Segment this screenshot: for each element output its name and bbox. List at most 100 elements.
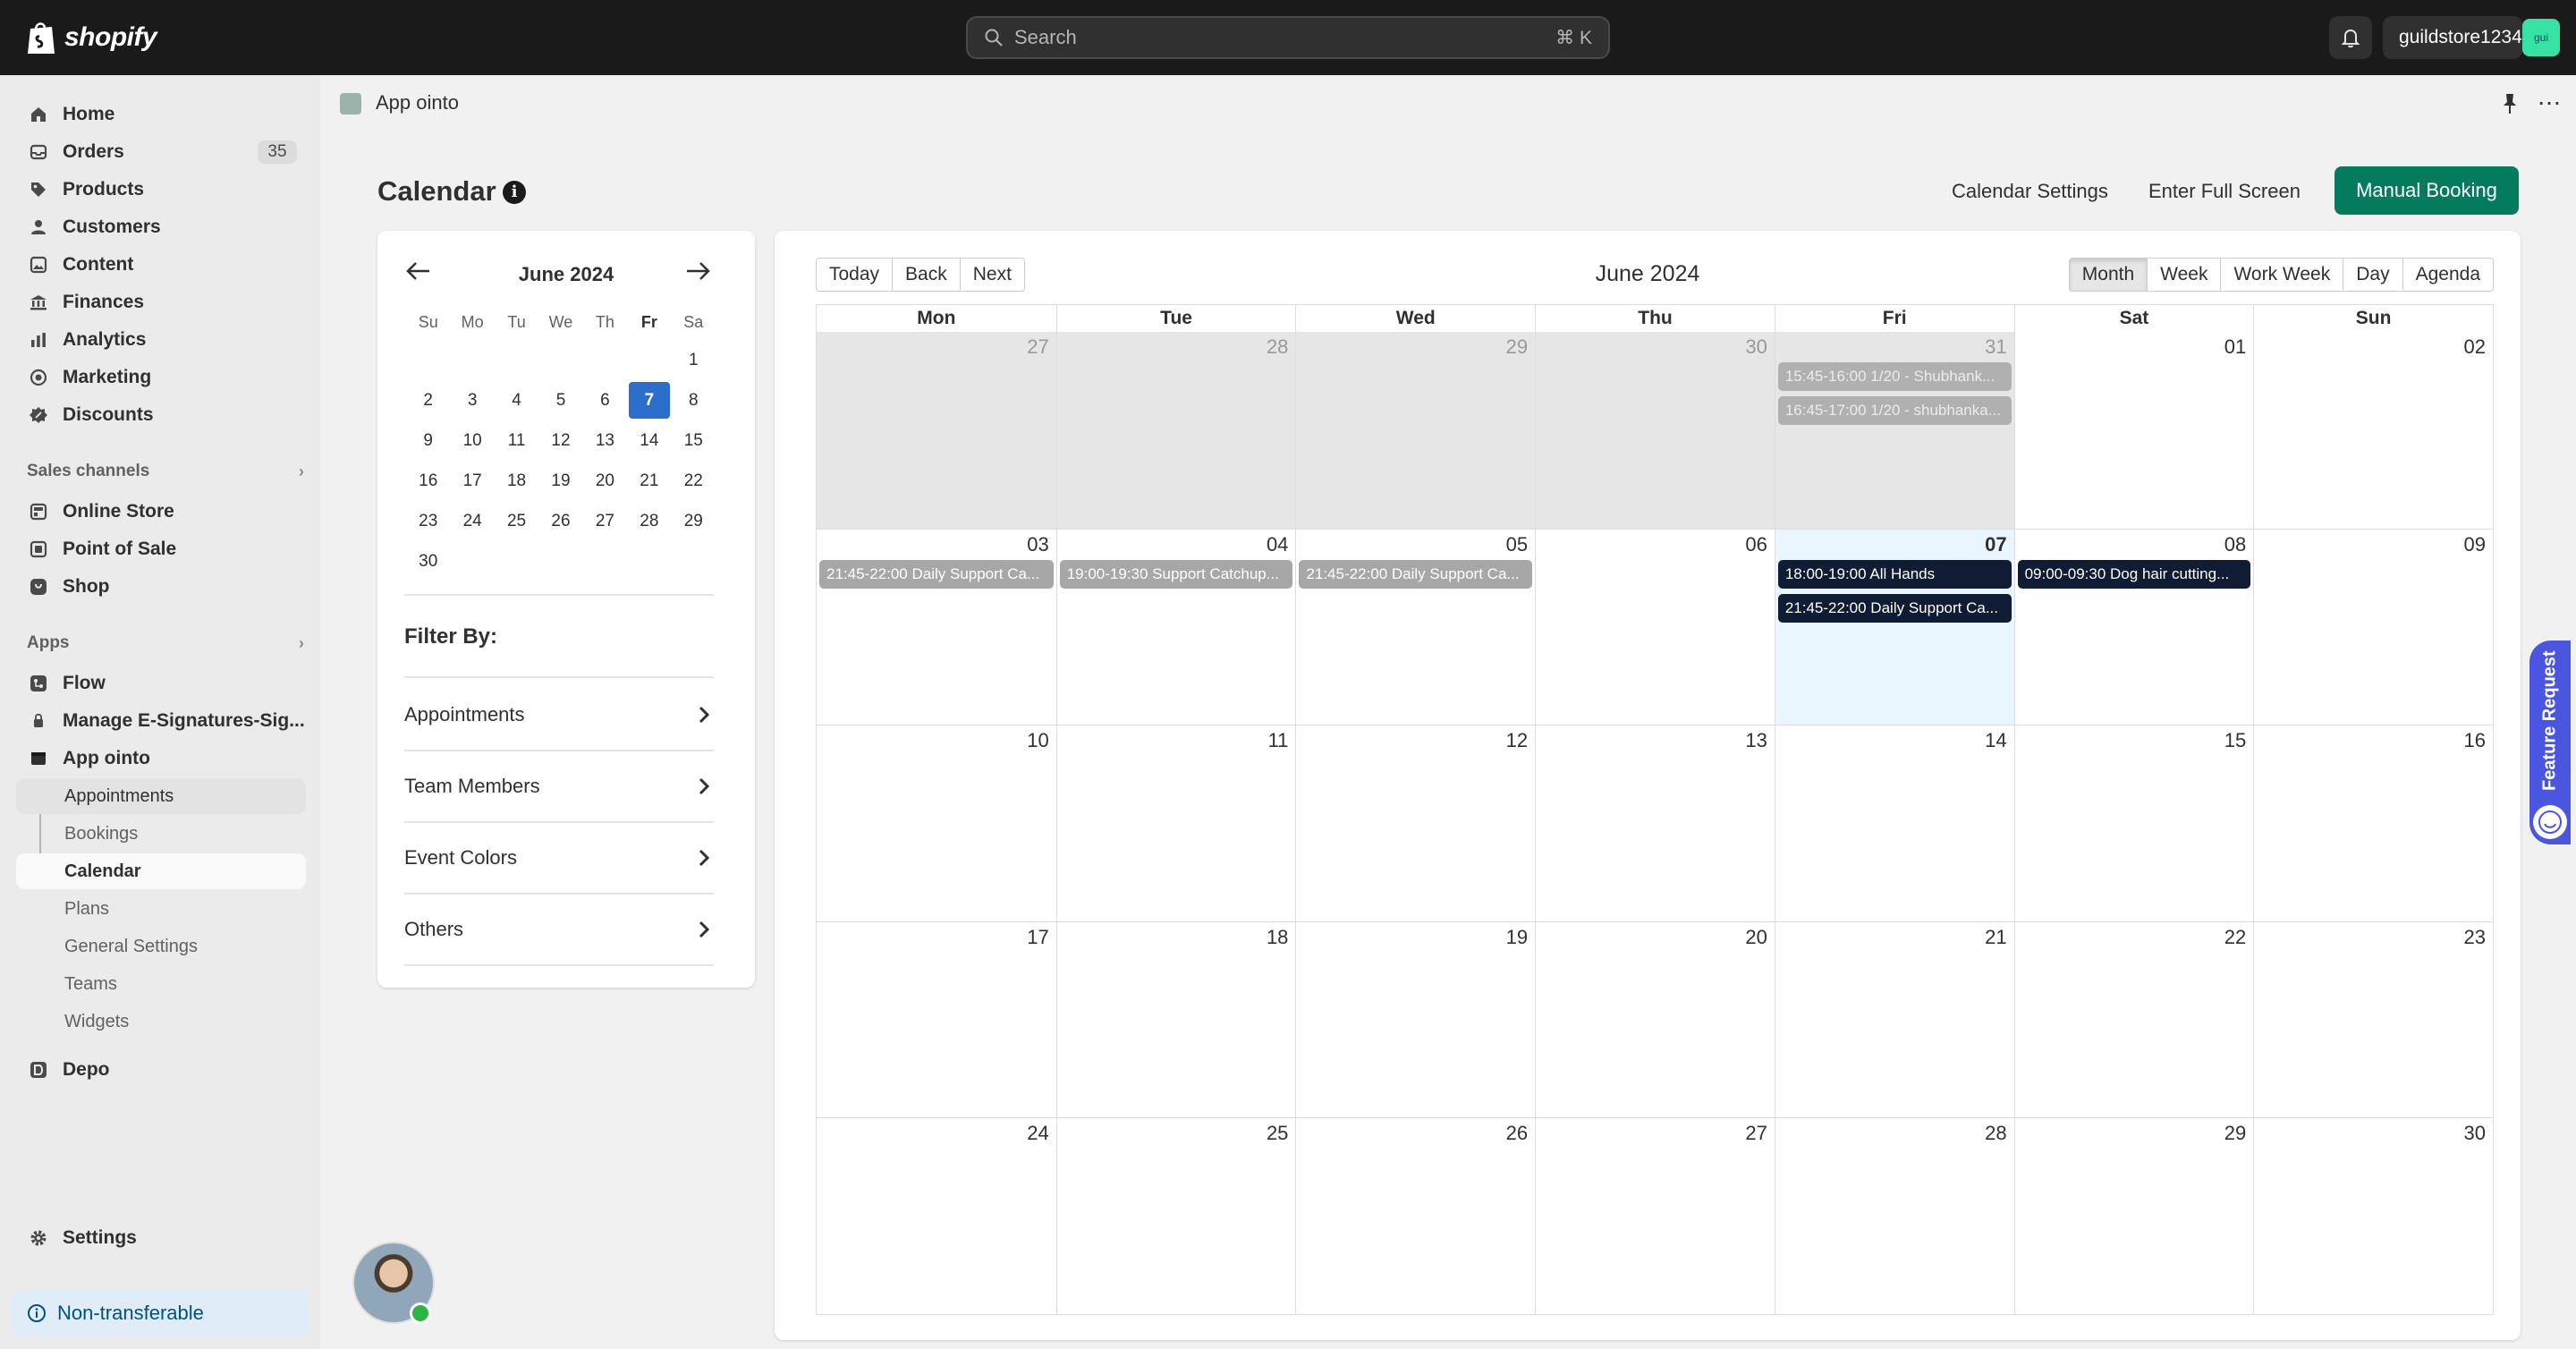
day-cell[interactable]: 15 — [2013, 725, 2254, 921]
mini-day[interactable]: 14 — [627, 420, 671, 461]
day-cell[interactable]: 30 — [2253, 1118, 2493, 1314]
sidebar-sub-teams[interactable]: Teams — [16, 966, 306, 1002]
mini-day[interactable]: 12 — [538, 420, 582, 461]
day-cell[interactable]: 06 — [1535, 529, 1775, 725]
next-button[interactable]: Next — [959, 258, 1025, 292]
mini-day[interactable]: 28 — [627, 501, 671, 541]
day-cell[interactable]: 08 09:00-09:30 Dog hair cutting... — [2013, 529, 2254, 725]
mini-day[interactable]: 13 — [583, 420, 627, 461]
view-month-button[interactable]: Month — [2068, 258, 2148, 292]
mini-day[interactable]: 8 — [672, 380, 716, 420]
non-transferable-banner[interactable]: Non-transferable — [11, 1290, 309, 1336]
mini-day[interactable]: 16 — [406, 461, 450, 501]
filter-row-appointments[interactable]: Appointments — [404, 680, 714, 750]
mini-day[interactable]: 29 — [672, 501, 716, 541]
apps-header[interactable]: Apps › — [27, 633, 304, 653]
day-cell[interactable]: 16 — [2253, 725, 2493, 921]
day-cell[interactable]: 23 — [2253, 921, 2493, 1118]
mini-day[interactable]: 6 — [583, 380, 627, 420]
sidebar-item-marketing[interactable]: Marketing — [16, 360, 306, 395]
mini-day-selected[interactable]: 7 — [629, 382, 670, 419]
mini-day[interactable]: 18 — [495, 461, 538, 501]
view-work-week-button[interactable]: Work Week — [2220, 258, 2344, 292]
view-agenda-button[interactable]: Agenda — [2402, 258, 2494, 292]
sidebar-item-analytics[interactable]: Analytics — [16, 322, 306, 358]
today-button[interactable]: Today — [816, 258, 894, 292]
sidebar-item-depo[interactable]: Depo — [16, 1052, 306, 1088]
mini-day[interactable]: 17 — [450, 461, 494, 501]
next-month-arrow-icon[interactable] — [683, 258, 712, 284]
calendar-event[interactable]: 18:00-19:00 All Hands — [1777, 559, 2012, 589]
day-cell[interactable]: 29 — [2013, 1118, 2254, 1314]
sidebar-item-home[interactable]: Home — [16, 97, 306, 132]
day-cell[interactable]: 12 — [1295, 725, 1535, 921]
calendar-event[interactable]: 21:45-22:00 Daily Support Ca... — [1299, 559, 1533, 589]
calendar-settings-button[interactable]: Calendar Settings — [1952, 168, 2108, 215]
enter-full-screen-button[interactable]: Enter Full Screen — [2148, 168, 2301, 215]
day-cell[interactable]: 05 21:45-22:00 Daily Support Ca... — [1295, 529, 1535, 725]
day-cell[interactable]: 18 — [1055, 921, 1296, 1118]
pin-icon[interactable] — [2496, 89, 2524, 118]
calendar-event[interactable]: 21:45-22:00 Daily Support Ca... — [1777, 593, 2012, 623]
mini-day[interactable]: 21 — [627, 461, 671, 501]
mini-day[interactable]: 5 — [538, 380, 582, 420]
mini-day[interactable]: 4 — [495, 380, 538, 420]
day-cell[interactable]: 09 — [2253, 529, 2493, 725]
sidebar-item-app-ointo[interactable]: App ointo — [16, 741, 306, 776]
sales-channels-header[interactable]: Sales channels › — [27, 462, 304, 481]
day-cell[interactable]: 19 — [1295, 921, 1535, 1118]
mini-day[interactable]: 25 — [495, 501, 538, 541]
mini-day[interactable]: 30 — [406, 541, 450, 581]
day-cell[interactable]: 13 — [1535, 725, 1775, 921]
day-cell[interactable]: 30 — [1535, 332, 1775, 529]
day-cell[interactable]: 27 — [1535, 1118, 1775, 1314]
sidebar-item-orders[interactable]: Orders 35 — [16, 134, 306, 170]
day-cell[interactable]: 14 — [1774, 725, 2014, 921]
sidebar-item-products[interactable]: Products — [16, 172, 306, 208]
day-cell[interactable]: 04 19:00-19:30 Support Catchup... — [1055, 529, 1296, 725]
store-avatar[interactable]: gui — [2522, 19, 2560, 56]
feature-request-tab[interactable]: Feature Request — [2529, 641, 2571, 844]
mini-day[interactable]: 1 — [672, 340, 716, 380]
day-cell[interactable]: 31 15:45-16:00 1/20 - Shubhank... 16:45-17… — [1774, 332, 2014, 529]
notifications-button[interactable] — [2329, 16, 2372, 59]
view-day-button[interactable]: Day — [2343, 258, 2403, 292]
filter-row-team-members[interactable]: Team Members — [404, 751, 714, 821]
day-cell[interactable]: 10 — [817, 725, 1056, 921]
mini-day[interactable]: 20 — [583, 461, 627, 501]
day-cell[interactable]: 17 — [817, 922, 1056, 1118]
day-cell[interactable]: 11 — [1055, 725, 1296, 921]
day-cell[interactable]: 20 — [1535, 921, 1775, 1118]
mini-day[interactable]: 27 — [583, 501, 627, 541]
mini-day[interactable]: 26 — [538, 501, 582, 541]
search-input[interactable]: Search ⌘ K — [966, 16, 1610, 59]
mini-day[interactable]: 19 — [538, 461, 582, 501]
sidebar-sub-bookings[interactable]: Bookings — [16, 816, 306, 852]
day-cell[interactable]: 24 — [817, 1118, 1056, 1314]
back-button[interactable]: Back — [892, 258, 961, 292]
mini-day[interactable]: 15 — [672, 420, 716, 461]
sidebar-item-discounts[interactable]: Discounts — [16, 397, 306, 433]
shopify-logo[interactable]: shopify — [25, 18, 157, 57]
day-cell-today[interactable]: 07 18:00-19:00 All Hands 21:45-22:00 Daily… — [1774, 529, 2014, 725]
day-cell[interactable]: 27 — [817, 332, 1056, 529]
sidebar-sub-calendar[interactable]: Calendar — [16, 853, 306, 889]
mini-day[interactable]: 3 — [450, 380, 494, 420]
mini-day[interactable]: 10 — [450, 420, 494, 461]
day-cell[interactable]: 22 — [2013, 921, 2254, 1118]
day-cell[interactable]: 21 — [1774, 921, 2014, 1118]
day-cell[interactable]: 02 — [2253, 332, 2493, 529]
mini-day[interactable]: 24 — [450, 501, 494, 541]
sidebar-item-flow[interactable]: Flow — [16, 666, 306, 701]
calendar-event[interactable]: 21:45-22:00 Daily Support Ca... — [819, 559, 1054, 589]
day-cell[interactable]: 03 21:45-22:00 Daily Support Ca... — [817, 530, 1056, 725]
sidebar-sub-plans[interactable]: Plans — [16, 891, 306, 927]
day-cell[interactable]: 28 — [1774, 1118, 2014, 1314]
sidebar-sub-widgets[interactable]: Widgets — [16, 1004, 306, 1039]
sidebar-sub-general-settings[interactable]: General Settings — [16, 929, 306, 964]
mini-day[interactable]: 11 — [495, 420, 538, 461]
calendar-event[interactable]: 19:00-19:30 Support Catchup... — [1059, 559, 1293, 589]
day-cell[interactable]: 26 — [1295, 1118, 1535, 1314]
mini-day[interactable]: 9 — [406, 420, 450, 461]
mini-day[interactable]: 23 — [406, 501, 450, 541]
